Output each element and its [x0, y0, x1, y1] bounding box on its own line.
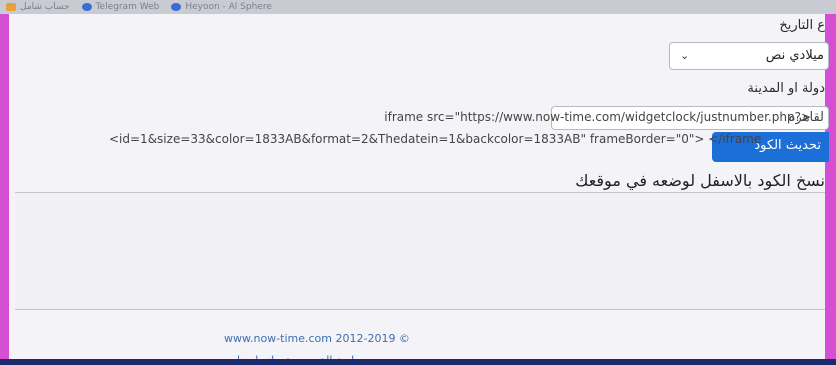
bookmark-icon [6, 3, 16, 11]
bookmark-label: Telegram Web [95, 2, 160, 12]
bookmark-item[interactable]: حساب شامل [6, 2, 70, 12]
chevron-down-icon: ⌄ [680, 49, 690, 62]
date-type-select[interactable]: ⌄ ميلادي نص [669, 42, 829, 70]
code-line-1: iframe src="https://www.now-time.com/wid… [384, 110, 811, 124]
code-line-2: <id=1&size=33&color=1833AB&format=2&Thed… [109, 132, 762, 146]
telegram-icon [81, 3, 92, 11]
copyright-text: www.now-time.com 2012-2019 © [224, 332, 410, 345]
date-type-value: ميلادي نص [765, 48, 824, 63]
page-content: ع التاريخ ⌄ ميلادي نص دولة او المدينة لق… [9, 14, 829, 365]
frame-left [0, 14, 9, 365]
frame-bottom [0, 359, 836, 365]
copy-instructions: نسخ الكود بالاسفل لوضعه في موقعك [575, 171, 825, 190]
code-textarea[interactable] [15, 192, 825, 310]
bookmark-item[interactable]: Heyoon - Al Sphere [171, 2, 272, 12]
city-label: دولة او المدينة [747, 81, 825, 96]
bookmark-label: Heyoon - Al Sphere [185, 2, 272, 12]
bookmark-item[interactable]: Telegram Web [81, 2, 160, 12]
site-icon [171, 3, 182, 11]
bookmarks-bar: حساب شامل Telegram Web Heyoon - Al Spher… [0, 0, 836, 14]
date-type-label: ع التاريخ [779, 18, 825, 33]
bookmark-label: حساب شامل [20, 2, 70, 12]
